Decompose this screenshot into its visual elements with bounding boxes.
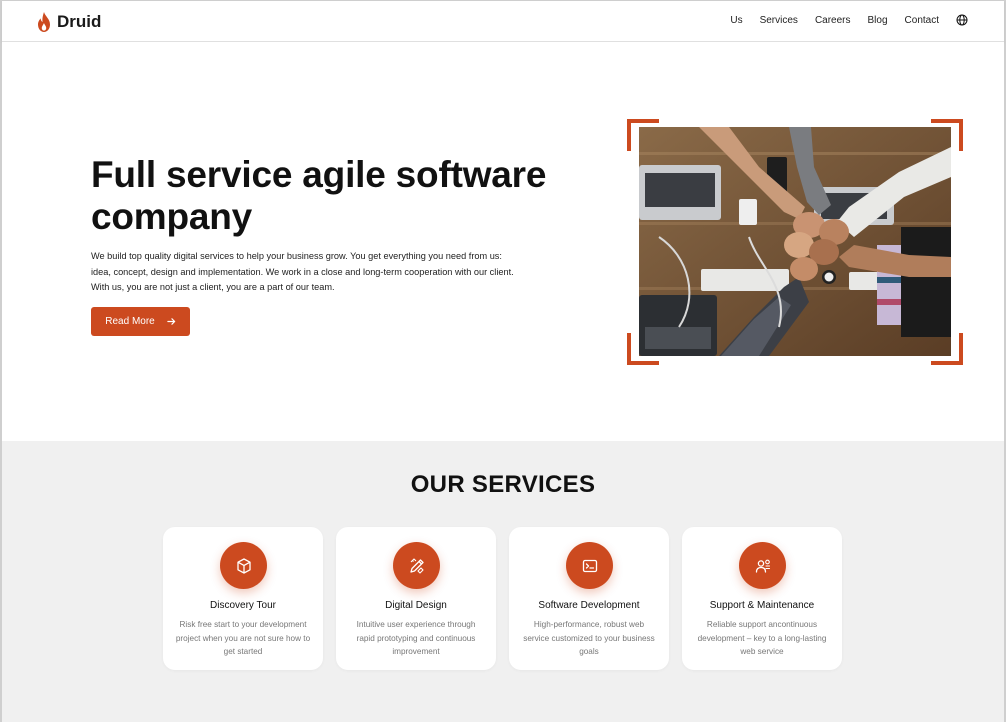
hero-description: We build top quality digital services to… [91,251,514,292]
service-card-software-development[interactable]: Software Development High-performance, r… [509,527,669,670]
arrow-right-icon [167,318,175,325]
brand-name: Druid [57,12,102,31]
cube-icon [236,557,251,574]
hero-image-frame [627,119,963,365]
services-section: OUR SERVICES Discovery Tour Risk free st… [2,441,1004,722]
service-card-support-maintenance[interactable]: Support & Maintenance Reliable support a… [682,527,842,670]
support-person-icon [755,559,770,573]
service-card-title: Discovery Tour [210,600,276,611]
hero-photo [639,127,951,356]
team-fist-bump-illustration [639,127,951,356]
service-card-title: Software Development [538,600,640,611]
nav-item-careers[interactable]: Careers [815,15,851,26]
service-card-title: Support & Maintenance [709,600,815,611]
nav-item-us[interactable]: Us [730,15,742,26]
service-card-description: Intuitive user experience through rapid … [356,620,476,656]
read-more-label: Read More [105,316,155,327]
services-title: OUR SERVICES [410,471,596,498]
service-icon-badge [566,542,613,589]
hero-section: Full service agile software company We b… [2,42,1004,441]
nav-item-blog[interactable]: Blog [868,15,888,26]
nav-item-services[interactable]: Services [760,15,798,26]
service-card-description: Risk free start to your development proj… [175,620,311,656]
service-card-digital-design[interactable]: Digital Design Intuitive user experience… [336,527,496,670]
service-card-description: High-performance, robust web service cus… [523,620,655,656]
site-header: Druid Us Services Careers Blog Contact [2,1,1004,42]
terminal-icon [582,559,597,572]
service-card-title: Digital Design [385,600,447,611]
service-icon-badge [220,542,267,589]
read-more-button[interactable]: Read More [91,307,190,336]
flame-icon [38,12,50,32]
service-card-description: Reliable support ancontinuous developmen… [697,620,827,656]
service-icon-badge [739,542,786,589]
logo[interactable]: Druid [35,11,101,33]
hero-title: Full service agile software company [91,154,547,237]
globe-icon[interactable] [956,14,968,26]
nav-item-contact[interactable]: Contact [905,15,939,26]
service-card-discovery-tour[interactable]: Discovery Tour Risk free start to your d… [163,527,323,670]
main-nav: Us Services Careers Blog Contact [730,14,968,26]
service-icon-badge [393,542,440,589]
pen-ruler-icon [409,557,424,574]
